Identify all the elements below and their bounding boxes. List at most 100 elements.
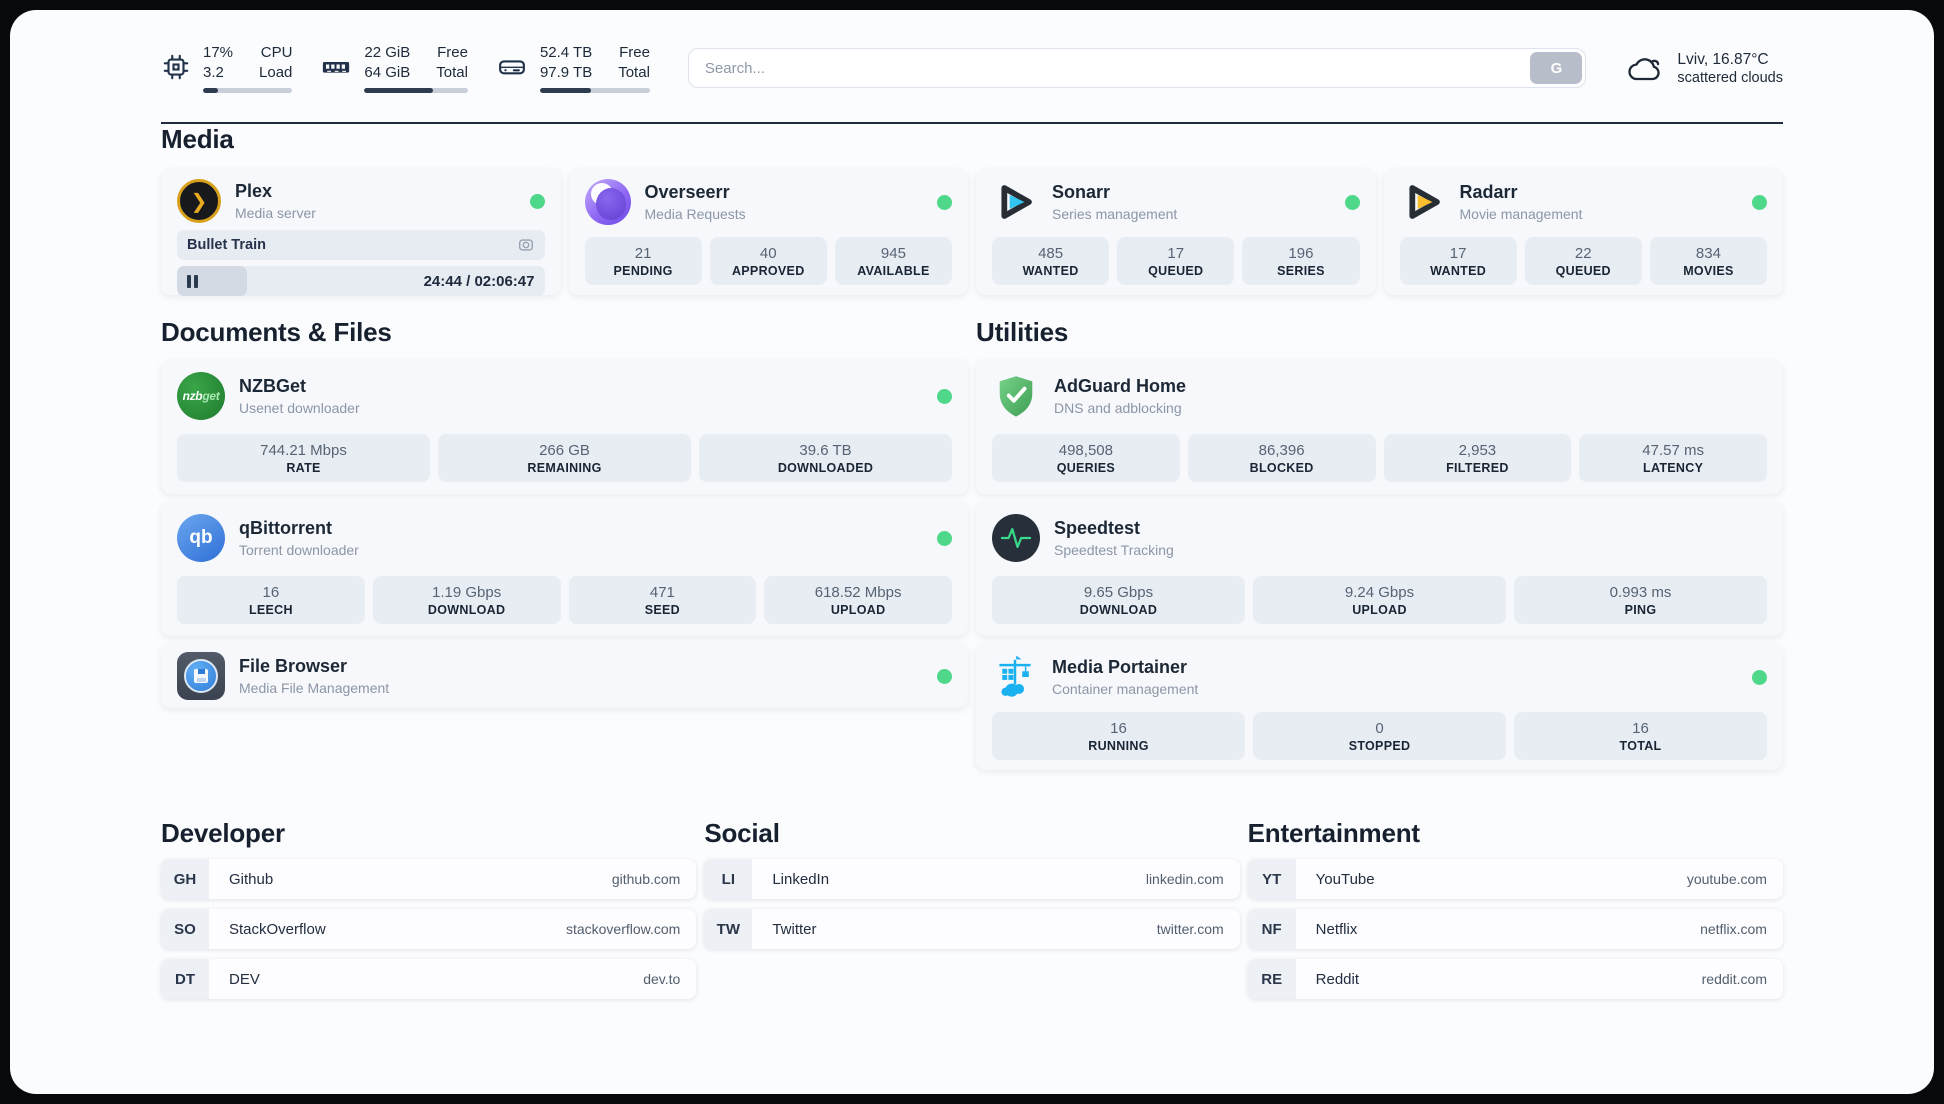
bookmark-group-developer: Developer GH Github github.com SO StackO…	[161, 818, 697, 999]
stat-series: 196 SERIES	[1242, 237, 1360, 285]
search-input[interactable]	[687, 48, 1587, 88]
stat-download: 1.19 Gbps DOWNLOAD	[372, 576, 561, 624]
bookmark-url: reddit.com	[1701, 971, 1767, 987]
search-bar: G	[687, 48, 1587, 88]
weather-widget: Lviv, 16.87°C scattered clouds	[1624, 51, 1783, 86]
app-card-radarr[interactable]: Radarr Movie management 17 WANTED 22 QUE…	[1383, 169, 1783, 295]
bookmark-youtube[interactable]: YT YouTube youtube.com	[1247, 859, 1783, 899]
bookmark-linkedin[interactable]: LI LinkedIn linkedin.com	[704, 859, 1240, 899]
stat-value: 16	[262, 583, 280, 601]
now-playing-title: Bullet Train	[187, 237, 266, 253]
bookmark-github[interactable]: GH Github github.com	[161, 859, 697, 899]
topbar: 17% 3.2 CPU Load 22 GiB 64 GiB Free Tota…	[161, 38, 1783, 98]
weather-location-temp: Lviv, 16.87°C	[1677, 50, 1769, 68]
status-dot	[1752, 194, 1767, 210]
app-description: Media File Management	[239, 679, 390, 696]
disk-free-value: 52.4 TB	[539, 44, 593, 62]
stat-ping: 0.993 ms PING	[1514, 576, 1767, 624]
app-description: Container management	[1052, 680, 1199, 697]
app-description: Media server	[235, 204, 316, 221]
status-dot	[937, 388, 952, 404]
stat-available: 945 AVAILABLE	[834, 237, 953, 285]
app-card-filebrowser[interactable]: File Browser Media File Management	[161, 644, 968, 708]
stat-label: DOWNLOAD	[1079, 602, 1158, 617]
bookmark-url: stackoverflow.com	[565, 921, 681, 937]
stat-label: FILTERED	[1446, 460, 1509, 475]
stat-label: UPLOAD	[1352, 602, 1407, 617]
filebrowser-icon	[177, 652, 225, 700]
app-name: Radarr	[1459, 182, 1518, 203]
app-card-plex[interactable]: ❯ Plex Media server Bullet Train 24:44 /…	[161, 169, 561, 296]
app-card-sonarr[interactable]: Sonarr Series management 485 WANTED 17 Q…	[976, 169, 1376, 295]
app-name: Sonarr	[1052, 182, 1111, 203]
search-engine-button[interactable]: G	[1530, 52, 1583, 84]
memory-total-value: 64 GiB	[364, 64, 411, 81]
app-card-overseerr[interactable]: Overseerr Media Requests 21 PENDING 40 A…	[568, 169, 968, 295]
stat-queued: 17 QUEUED	[1117, 237, 1235, 285]
section-title-media: Media	[161, 124, 234, 154]
stat-value: 471	[649, 583, 675, 601]
now-playing-row: Bullet Train	[177, 230, 545, 260]
portainer-icon	[992, 654, 1038, 700]
stat-rate: 744.21 Mbps RATE	[177, 434, 430, 482]
playback-time: 24:44 / 02:06:47	[423, 272, 535, 290]
bookmark-name: YouTube	[1315, 870, 1375, 888]
app-card-speedtest[interactable]: Speedtest Speedtest Tracking 9.65 Gbps D…	[976, 502, 1783, 636]
stat-label: PENDING	[613, 263, 673, 278]
stat-running: 16 RUNNING	[992, 712, 1245, 760]
stat-label: REMAINING	[527, 460, 602, 475]
section-title-social: Social	[704, 818, 780, 848]
memory-progress-fill	[364, 87, 433, 93]
stat-wanted: 17 WANTED	[1399, 237, 1517, 285]
stat-label: SERIES	[1277, 263, 1325, 278]
memory-free-label: Free	[437, 44, 468, 62]
bookmark-stackoverflow[interactable]: SO StackOverflow stackoverflow.com	[161, 909, 697, 949]
stat-label: AVAILABLE	[857, 263, 930, 278]
app-card-qbittorrent[interactable]: qb qBittorrent Torrent downloader 16 LEE…	[161, 502, 968, 636]
memory-free-value: 22 GiB	[364, 44, 411, 62]
bookmark-abbr: GH	[161, 859, 209, 899]
stat-filtered: 2,953 FILTERED	[1383, 434, 1572, 482]
nzbget-icon-text: get	[202, 389, 220, 403]
bookmark-dev[interactable]: DT DEV dev.to	[161, 959, 697, 999]
app-description: Media Requests	[644, 205, 746, 222]
stat-label: DOWNLOADED	[777, 460, 874, 475]
stat-leech: 16 LEECH	[177, 576, 365, 624]
bookmark-abbr: DT	[161, 959, 209, 999]
pause-icon	[187, 274, 198, 288]
bookmark-netflix[interactable]: NF Netflix netflix.com	[1247, 909, 1783, 949]
stat-value: 9.24 Gbps	[1344, 583, 1415, 601]
stat-upload: 9.24 Gbps UPLOAD	[1253, 576, 1506, 624]
status-dot	[937, 668, 952, 684]
bookmark-name: Reddit	[1315, 970, 1360, 988]
stat-label: STOPPED	[1348, 738, 1411, 753]
app-name: Overseerr	[644, 182, 730, 203]
stat-value: 834	[1695, 244, 1721, 262]
status-dot	[1344, 194, 1360, 210]
app-card-portainer[interactable]: Media Portainer Container management 16 …	[976, 644, 1783, 770]
app-name: AdGuard Home	[1054, 376, 1187, 397]
stat-value: 1.19 Gbps	[432, 583, 502, 601]
app-card-adguard[interactable]: AdGuard Home DNS and adblocking 498,508 …	[976, 360, 1783, 494]
bookmark-reddit[interactable]: RE Reddit reddit.com	[1247, 959, 1783, 999]
section-title-entertainment: Entertainment	[1247, 818, 1420, 848]
speedtest-icon	[992, 514, 1040, 562]
utilities-column: Utilities AdGuard Home DNS and adblockin…	[976, 317, 1783, 770]
app-description: Series management	[1052, 205, 1178, 222]
status-dot	[529, 193, 545, 209]
bookmark-twitter[interactable]: TW Twitter twitter.com	[704, 909, 1240, 949]
stat-value: 498,508	[1058, 441, 1113, 459]
cloud-icon	[1624, 52, 1664, 84]
overseerr-icon	[584, 179, 631, 225]
radarr-icon	[1400, 179, 1446, 225]
status-dot	[937, 194, 952, 210]
app-card-nzbget[interactable]: nzb get NZBGet Usenet downloader 744.21 M…	[161, 360, 968, 494]
cpu-usage-value: 17%	[203, 44, 234, 62]
media-grid: ❯ Plex Media server Bullet Train 24:44 /…	[161, 169, 1783, 296]
bookmark-url: github.com	[611, 871, 681, 887]
sonarr-icon	[992, 179, 1038, 225]
cpu-label: CPU	[260, 44, 293, 62]
bookmark-abbr: SO	[161, 909, 209, 949]
bookmark-url: twitter.com	[1156, 921, 1224, 937]
stat-remaining: 266 GB REMAINING	[438, 434, 691, 482]
